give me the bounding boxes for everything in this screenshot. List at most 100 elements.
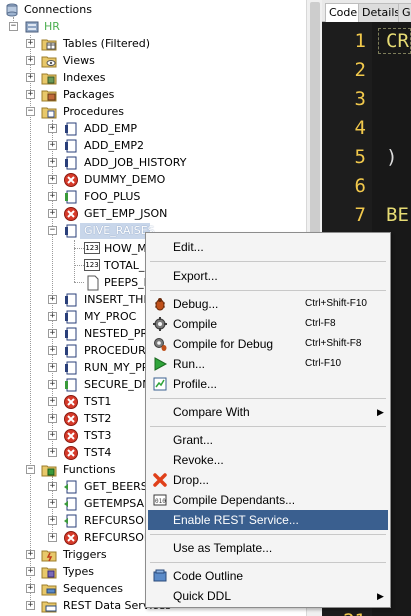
tree-item-views[interactable]: + Views [0,52,300,69]
menu-item-label: Run... [173,357,206,371]
compile-gear-icon [153,317,167,331]
expand-toggle[interactable]: + [48,516,57,525]
tree-item-label: Indexes [63,71,106,84]
tree-item-label: Sequences [63,582,123,595]
menu-item-label: Drop... [173,473,210,487]
expand-toggle[interactable]: + [26,39,35,48]
tree-item-procedure[interactable]: + ADD_EMP [0,120,300,137]
tree-item-procedures[interactable]: − Procedures [0,103,300,120]
function-icon [64,497,77,511]
expand-toggle[interactable]: + [48,175,57,184]
expand-toggle[interactable]: + [48,158,57,167]
invalid-procedure-icon [64,429,78,443]
tree-item-label: FOO_PLUS [84,190,141,203]
tree-item-packages[interactable]: + Packages [0,86,300,103]
tree-item-label: PROCEDURE [84,344,153,357]
view-folder-icon [41,56,57,68]
expand-toggle[interactable]: + [48,192,57,201]
tree-item-tables[interactable]: + Tables (Filtered) [0,35,300,52]
tree-item-connections[interactable]: Connections [0,1,300,18]
expand-toggle[interactable]: + [48,431,57,440]
expand-toggle[interactable]: + [48,397,57,406]
collapse-toggle[interactable]: − [26,465,35,474]
menu-item-export[interactable]: Export... [148,266,388,286]
menu-separator [150,290,386,291]
menu-item-debug[interactable]: Debug... Ctrl+Shift-F10 [148,294,388,314]
editor-tab-bar: Code Details Gr [322,0,411,22]
expand-toggle[interactable]: + [26,73,35,82]
tree-item-label: Connections [24,3,92,16]
menu-item-compile-dependants[interactable]: 010 Compile Dependants... [148,490,388,510]
tree-item-indexes[interactable]: + Indexes [0,69,300,86]
tree-item-label: Types [63,565,94,578]
expand-toggle[interactable]: + [48,448,57,457]
menu-item-code-outline[interactable]: Code Outline [148,566,388,586]
tree-item-label: Triggers [63,548,107,561]
menu-item-label: Compile [173,317,218,331]
menu-item-shortcut: Ctrl-F8 [305,318,336,329]
menu-item-compile-for-debug[interactable]: Compile for Debug Ctrl+Shift-F8 [148,334,388,354]
expand-toggle[interactable]: + [26,90,35,99]
tree-item-label: ADD_EMP2 [84,139,145,152]
menu-item-quick-ddl[interactable]: Quick DDL ▶ [148,586,388,606]
expand-toggle[interactable]: + [26,56,35,65]
tree-item-label: GET_EMP_JSON [84,207,168,220]
collapse-toggle[interactable]: − [26,107,35,116]
menu-item-grant[interactable]: Grant... [148,430,388,450]
document-icon [87,275,99,291]
collapse-toggle[interactable]: − [9,22,18,31]
tree-item-label: MY_PROC [84,310,137,323]
expand-toggle[interactable]: + [26,550,35,559]
expand-toggle[interactable]: + [48,346,57,355]
tree-item-label: REFCURSOR [84,514,152,527]
table-folder-icon [41,39,57,51]
expand-toggle[interactable]: + [48,414,57,423]
menu-item-enable-rest-service[interactable]: Enable REST Service... [148,510,388,530]
menu-item-label: Profile... [173,377,218,391]
collapse-toggle[interactable]: − [48,226,57,235]
tab-code[interactable]: Code [325,3,362,22]
expand-toggle[interactable]: + [48,295,57,304]
tree-item-label: Packages [63,88,115,101]
expand-toggle[interactable]: + [26,567,35,576]
tree-item-label: TST4 [84,446,112,459]
menu-item-use-as-template[interactable]: Use as Template... [148,538,388,558]
expand-toggle[interactable]: + [48,380,57,389]
profile-icon [153,377,167,391]
expand-toggle[interactable]: + [48,363,57,372]
index-folder-icon [41,73,57,85]
expand-toggle[interactable]: + [48,141,57,150]
expand-toggle[interactable]: + [48,312,57,321]
tree-item-procedure[interactable]: + FOO_PLUS [0,188,300,205]
number-type-icon: 123 [84,259,100,271]
submenu-arrow-icon: ▶ [377,591,384,601]
expand-toggle[interactable]: + [48,482,57,491]
expand-toggle[interactable]: + [48,209,57,218]
tree-item-procedure[interactable]: + DUMMY_DEMO [0,171,300,188]
tree-item-hr-connection[interactable]: − HR [0,18,300,35]
tree-item-label: TST1 [84,395,112,408]
tree-item-procedure[interactable]: + ADD_EMP2 [0,137,300,154]
menu-item-compile[interactable]: Compile Ctrl-F8 [148,314,388,334]
expand-toggle[interactable]: + [48,329,57,338]
menu-item-run[interactable]: Run... Ctrl-F10 [148,354,388,374]
procedure-icon [65,361,77,375]
tree-item-label: INSERT_THIS [84,293,154,306]
menu-item-label: Compile Dependants... [173,493,296,507]
expand-toggle[interactable]: + [26,601,35,610]
tree-item-procedure[interactable]: + ADD_JOB_HISTORY [0,154,300,171]
expand-toggle[interactable]: + [26,584,35,593]
menu-item-label: Enable REST Service... [173,513,299,527]
menu-item-edit[interactable]: Edit... [148,237,388,257]
invalid-procedure-icon [64,412,78,426]
menu-item-revoke[interactable]: Revoke... [148,450,388,470]
tree-item-procedure[interactable]: + GET_EMP_JSON [0,205,300,222]
expand-toggle[interactable]: + [48,124,57,133]
procedure-icon [65,344,77,358]
expand-toggle[interactable]: + [48,533,57,542]
menu-item-profile[interactable]: Profile... [148,374,388,394]
menu-item-drop[interactable]: Drop... [148,470,388,490]
tab-grants[interactable]: Gr [398,3,411,22]
menu-item-compare-with[interactable]: Compare With ▶ [148,402,388,422]
expand-toggle[interactable]: + [48,499,57,508]
